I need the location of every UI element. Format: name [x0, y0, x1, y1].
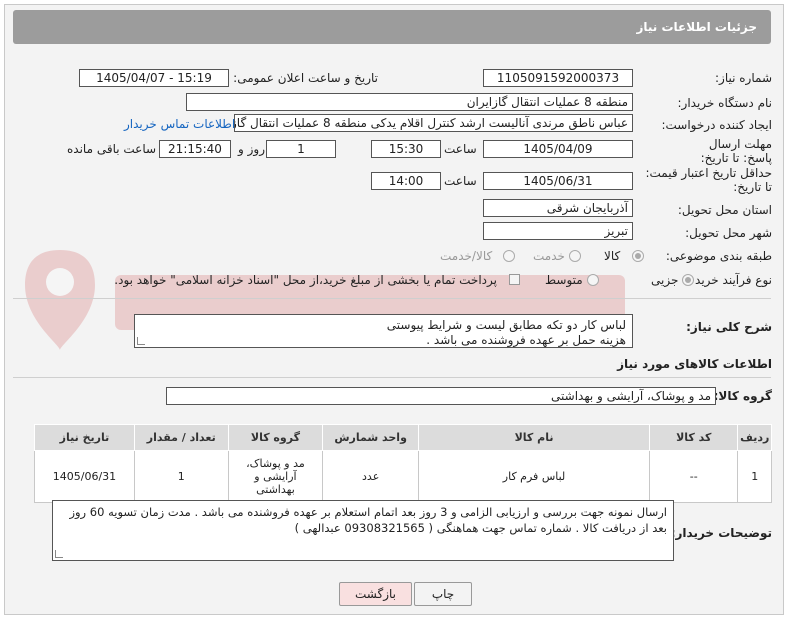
col-header-unit: واحد شمارش — [322, 424, 420, 451]
buyer-contact-link[interactable]: اطلاعات تماس خریدار — [124, 117, 235, 131]
city-label: شهر محل تحویل: — [685, 226, 772, 240]
need-number-field: 1105091592000373 — [483, 69, 633, 87]
panel-title: جزئیات اطلاعات نیاز — [13, 10, 771, 44]
category-radio-service[interactable] — [569, 250, 581, 262]
goods-group-field: مد و پوشاک، آرایشی و بهداشتی — [166, 387, 716, 405]
reply-time-field: 15:30 — [371, 140, 441, 158]
category-radio-goods[interactable] — [632, 250, 644, 262]
buyer-notes-line-2: بعد از دریافت کالا . شماره تماس جهت هماه… — [294, 521, 667, 535]
announce-label: تاریخ و ساعت اعلان عمومی: — [233, 71, 378, 85]
reply-time-label: ساعت — [444, 142, 477, 156]
treasury-checkbox[interactable] — [509, 274, 520, 285]
description-label: شرح کلی نیاز: — [686, 320, 772, 334]
goods-section-title: اطلاعات کالاهای مورد نیاز — [617, 357, 772, 371]
col-header-qty: تعداد / مقدار — [133, 424, 229, 451]
process-radio-minor[interactable] — [682, 274, 694, 286]
reply-date-field: 1405/04/09 — [483, 140, 633, 158]
category-label: طبقه بندی موضوعی: — [665, 249, 772, 263]
description-line-2: هزینه حمل بر عهده فروشنده می باشد . — [426, 333, 626, 347]
back-button[interactable]: بازگشت — [339, 582, 412, 606]
col-header-date: تاریخ نیاز — [34, 424, 135, 451]
description-textarea[interactable]: لباس کار دو تکه مطابق لیست و شرایط پیوست… — [134, 314, 633, 348]
price-time-label: ساعت — [444, 174, 477, 188]
col-header-group: گروه کالا — [227, 424, 324, 451]
col-header-row: ردیف — [737, 424, 772, 451]
table-header-row: ردیف کد کالا نام کالا واحد شمارش گروه کا… — [34, 424, 772, 451]
cell-row: 1 — [737, 450, 772, 503]
description-line-1: لباس کار دو تکه مطابق لیست و شرایط پیوست… — [386, 318, 626, 332]
print-button[interactable]: چاپ — [414, 582, 472, 606]
remaining-time-field: 21:15:40 — [159, 140, 231, 158]
days-field: 1 — [266, 140, 336, 158]
table-row[interactable]: 1 -- لباس فرم کار عدد مد و پوشاک، آرایشی… — [34, 450, 772, 503]
buyer-notes-line-1: ارسال نمونه جهت بررسی و ارزیابی الزامی و… — [69, 505, 667, 519]
divider — [13, 377, 771, 378]
cell-qty: 1 — [133, 450, 229, 503]
price-date-field: 1405/06/31 — [483, 172, 633, 190]
resize-handle-icon[interactable] — [55, 550, 63, 558]
price-deadline-label: حداقل تاریخ اعتبار قیمت: تا تاریخ: — [645, 166, 772, 194]
divider — [13, 298, 771, 299]
days-label: روز و — [238, 142, 265, 156]
process-option-minor: جزیی — [651, 273, 679, 287]
items-table: ردیف کد کالا نام کالا واحد شمارش گروه کا… — [34, 424, 772, 503]
cell-date: 1405/06/31 — [34, 450, 135, 503]
process-option-medium: متوسط — [545, 273, 583, 287]
category-option-goods: کالا — [604, 249, 621, 263]
goods-group-label: گروه کالا: — [713, 389, 772, 403]
province-field: آذربایجان شرقی — [483, 199, 633, 217]
cell-unit: عدد — [322, 450, 420, 503]
cell-code: -- — [649, 450, 739, 503]
buyer-org-field: منطقه 8 عملیات انتقال گازایران — [186, 93, 633, 111]
cell-name: لباس فرم کار — [418, 450, 651, 503]
creator-label: ایجاد کننده درخواست: — [661, 118, 772, 132]
reply-deadline-label: مهلت ارسال پاسخ: تا تاریخ: — [700, 137, 772, 165]
payment-note: پرداخت تمام یا بخشی از مبلغ خرید،از محل … — [114, 273, 497, 287]
buyer-notes-textarea[interactable]: ارسال نمونه جهت بررسی و ارزیابی الزامی و… — [52, 500, 674, 561]
category-option-both: کالا/خدمت — [440, 249, 493, 263]
announce-field: 1405/04/07 - 15:19 — [79, 69, 229, 87]
creator-field: عباس ناطق مرندی آنالیست ارشد کنترل اقلام… — [234, 114, 633, 132]
cell-group: مد و پوشاک، آرایشی و بهداشتی — [227, 450, 324, 503]
category-option-service: خدمت — [533, 249, 565, 263]
resize-handle-icon[interactable] — [137, 337, 145, 345]
remaining-label: ساعت باقی مانده — [67, 142, 157, 156]
col-header-name: نام کالا — [418, 424, 651, 451]
process-radio-medium[interactable] — [587, 274, 599, 286]
need-number-label: شماره نیاز: — [715, 71, 772, 85]
buyer-org-label: نام دستگاه خریدار: — [677, 96, 773, 110]
city-field: تبریز — [483, 222, 633, 240]
process-label: نوع فرآیند خرید : — [687, 273, 772, 287]
price-time-field: 14:00 — [371, 172, 441, 190]
buyer-notes-label: توضیحات خریدار: — [670, 526, 772, 540]
category-radio-both[interactable] — [503, 250, 515, 262]
province-label: استان محل تحویل: — [677, 203, 772, 217]
col-header-code: کد کالا — [649, 424, 739, 451]
